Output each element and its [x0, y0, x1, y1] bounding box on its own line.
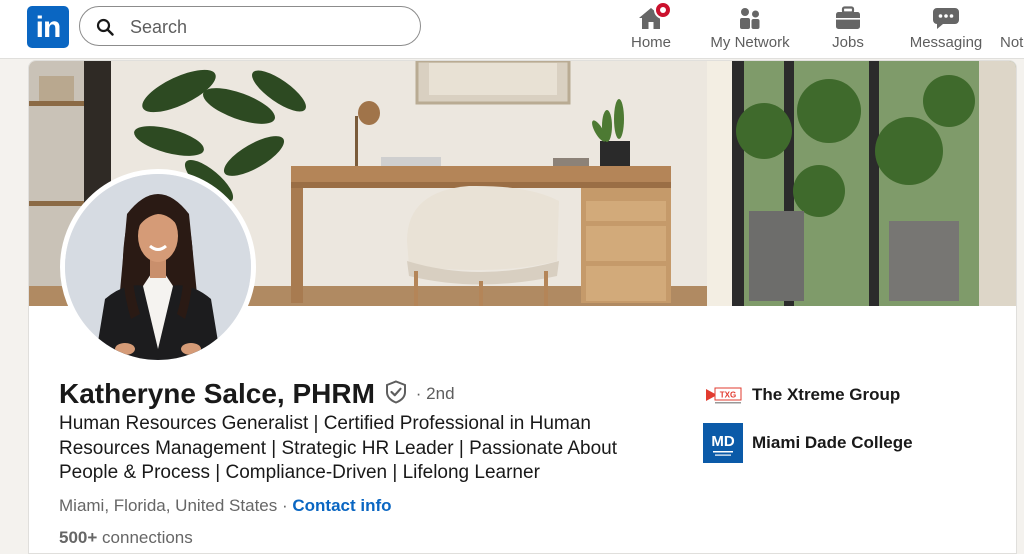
name-row: Katheryne Salce, PHRM · 2nd: [59, 378, 455, 414]
nav-my-network[interactable]: My Network: [704, 2, 796, 56]
nav-home-label: Home: [630, 34, 671, 51]
nav-notifications-label: Not: [1000, 34, 1024, 51]
mdc-logo-icon: MD: [703, 423, 743, 463]
txg-logo-text: TXG: [720, 391, 736, 400]
mdc-logo-text: MD: [711, 433, 734, 450]
search-box[interactable]: [79, 6, 421, 46]
profile-name: Katheryne Salce, PHRM: [59, 378, 375, 409]
notification-badge: [654, 1, 672, 19]
profile-portrait-illustration: [65, 174, 251, 360]
txg-logo-icon: TXG: [703, 375, 743, 415]
chat-icon: [904, 2, 988, 32]
nav-messaging[interactable]: Messaging: [904, 2, 988, 56]
bell-icon: [1000, 2, 1024, 32]
nav-jobs[interactable]: Jobs: [818, 2, 878, 56]
search-input[interactable]: [128, 15, 392, 39]
connections-count: 500+: [59, 528, 98, 547]
connections-link[interactable]: 500+ connections: [59, 528, 193, 548]
company-name: The Xtreme Group: [752, 385, 901, 404]
nav-home[interactable]: Home: [620, 1, 682, 56]
connections-label: connections: [102, 528, 193, 547]
verified-shield-icon[interactable]: [385, 379, 407, 409]
nav-messaging-label: Messaging: [909, 34, 983, 51]
briefcase-icon: [818, 2, 878, 32]
nav-my-network-label: My Network: [710, 34, 790, 51]
separator-dot: ·: [281, 496, 288, 515]
people-icon: [704, 2, 796, 32]
top-navigation-bar: in Home My Network: [0, 0, 1024, 59]
contact-info-link[interactable]: Contact info: [292, 496, 391, 515]
nav-jobs-label: Jobs: [832, 34, 864, 51]
linkedin-logo[interactable]: in: [27, 6, 69, 48]
profile-location: Miami, Florida, United States: [59, 496, 278, 515]
nav-notifications[interactable]: Not: [1000, 2, 1024, 56]
profile-headline: Human Resources Generalist | Certified P…: [59, 413, 618, 483]
school-name: Miami Dade College: [752, 433, 913, 452]
connection-degree: · 2nd: [415, 384, 455, 403]
profile-photo[interactable]: [60, 169, 256, 365]
home-icon: [620, 1, 682, 32]
location-row: Miami, Florida, United States · Contact …: [59, 496, 392, 516]
profile-card: Katheryne Salce, PHRM · 2nd Human Resour…: [28, 60, 1017, 554]
search-icon: [96, 18, 114, 36]
